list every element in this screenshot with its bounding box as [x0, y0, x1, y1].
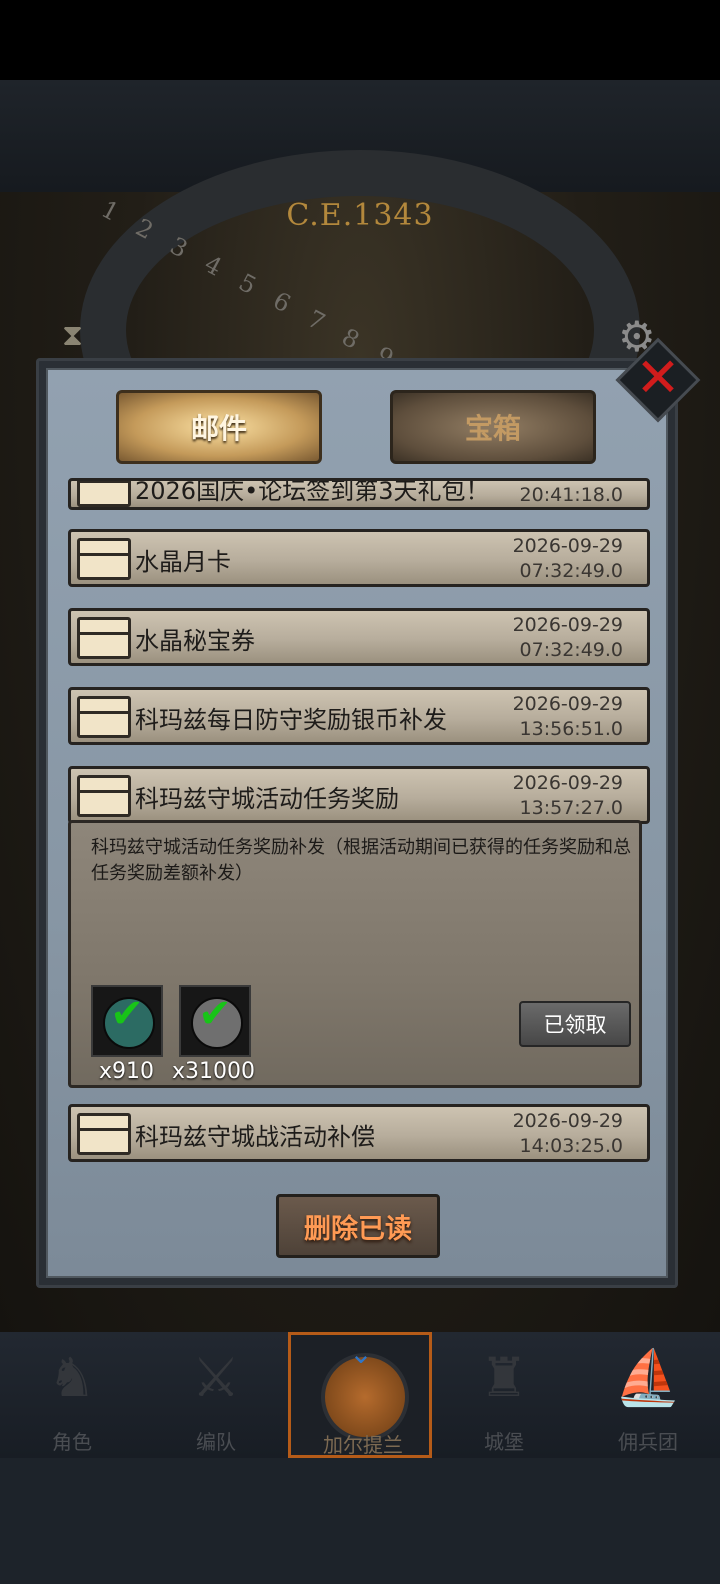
mail-time: 07:32:49.0	[519, 560, 623, 582]
mail-title: 科玛兹守城活动任务奖励	[135, 785, 399, 813]
check-icon: ✔	[110, 991, 144, 1037]
chest-icon	[77, 1113, 131, 1155]
mail-row[interactable]: 科玛兹守城战活动补偿 2026-09-29 14:03:25.0	[68, 1104, 650, 1162]
status-bar	[0, 0, 720, 80]
mail-datetime: 2026-09-29 13:56:51.0	[513, 692, 623, 742]
team-icon: ⚔	[191, 1346, 241, 1409]
chest-icon	[77, 696, 131, 738]
mail-datetime: 2026-09-29 13:57:27.0	[513, 771, 623, 821]
chevron-down-icon: ⌄	[349, 1337, 373, 1370]
mail-date: 2026-09-29	[512, 535, 623, 557]
mail-datetime: 2026-09-29 14:03:25.0	[513, 1109, 623, 1159]
reward-quantity: x31000	[172, 1059, 256, 1084]
mail-time: 20:41:18.0	[519, 484, 623, 506]
delete-read-button[interactable]: 删除已读	[276, 1194, 440, 1258]
mail-datetime: 2026-09-29 07:32:49.0	[513, 534, 623, 584]
mail-row[interactable]: 水晶秘宝券 2026-09-29 07:32:49.0	[68, 608, 650, 666]
chest-icon	[77, 481, 131, 507]
nav-label: 角色	[52, 1430, 92, 1454]
nav-label: 加尔提兰	[323, 1433, 403, 1457]
mail-date: 2026-09-29	[512, 614, 623, 636]
nav-mercenary[interactable]: ⛵ 佣兵团	[576, 1332, 720, 1458]
reward-slot[interactable]: ✔	[179, 985, 251, 1057]
nav-label: 佣兵团	[618, 1430, 678, 1454]
year-label: C.E.1343	[286, 198, 434, 233]
mail-row-expanded-header[interactable]: 科玛兹守城活动任务奖励 2026-09-29 13:57:27.0	[68, 766, 650, 824]
mail-time: 14:03:25.0	[519, 1135, 623, 1157]
chest-icon	[77, 617, 131, 659]
chest-icon	[77, 775, 131, 817]
mail-title: 科玛兹守城战活动补偿	[135, 1123, 375, 1151]
tab-mail[interactable]: 邮件	[116, 390, 322, 464]
check-icon: ✔	[198, 991, 232, 1037]
chest-icon	[77, 538, 131, 580]
mail-time: 07:32:49.0	[519, 639, 623, 661]
mail-row[interactable]: 2026国庆•论坛签到第3天礼包！ 20:41:18.0	[68, 478, 650, 510]
mail-title: 科玛兹每日防守奖励银币补发	[135, 706, 447, 734]
claimed-button[interactable]: 已领取	[519, 1001, 631, 1047]
mail-time: 13:57:27.0	[519, 797, 623, 819]
bottom-nav: ♞ 角色 ⚔ 编队 ⌄ 加尔提兰 ♜ 城堡 ⛵ 佣兵团	[0, 1332, 720, 1458]
mail-row[interactable]: 科玛兹每日防守奖励银币补发 2026-09-29 13:56:51.0	[68, 687, 650, 745]
mail-date: 2026-09-29	[512, 772, 623, 794]
mail-detail: 科玛兹守城活动任务奖励补发（根据活动期间已获得的任务奖励和总任务奖励差额补发） …	[68, 820, 642, 1088]
nav-world[interactable]: ⌄ 加尔提兰	[288, 1332, 432, 1458]
close-icon[interactable]: ✕	[628, 346, 688, 410]
mail-title: 水晶秘宝券	[135, 627, 255, 655]
reward-quantity: x910	[99, 1059, 155, 1084]
mail-row[interactable]: 水晶月卡 2026-09-29 07:32:49.0	[68, 529, 650, 587]
mail-body: 科玛兹守城活动任务奖励补发（根据活动期间已获得的任务奖励和总任务奖励差额补发）	[91, 837, 631, 884]
nav-label: 城堡	[484, 1430, 524, 1454]
castle-icon: ♜	[479, 1346, 529, 1409]
mail-title: 2026国庆•论坛签到第3天礼包！	[135, 478, 490, 505]
mail-date: 2026-09-29	[512, 693, 623, 715]
ship-icon: ⛵	[614, 1346, 682, 1409]
mail-datetime: 2026-09-29 07:32:49.0	[513, 613, 623, 663]
mail-date: 2026-09-29	[512, 1110, 623, 1132]
mail-title: 水晶月卡	[135, 548, 231, 576]
nav-castle[interactable]: ♜ 城堡	[432, 1332, 576, 1458]
nav-formation[interactable]: ⚔ 编队	[144, 1332, 288, 1458]
hourglass-icon[interactable]: ⧗	[62, 318, 83, 353]
system-nav-area	[0, 1458, 720, 1584]
nav-character[interactable]: ♞ 角色	[0, 1332, 144, 1458]
nav-label: 编队	[196, 1430, 236, 1454]
reward-slot[interactable]: ✔	[91, 985, 163, 1057]
tab-chest[interactable]: 宝箱	[390, 390, 596, 464]
knight-icon: ♞	[47, 1346, 97, 1409]
mail-time: 13:56:51.0	[519, 718, 623, 740]
